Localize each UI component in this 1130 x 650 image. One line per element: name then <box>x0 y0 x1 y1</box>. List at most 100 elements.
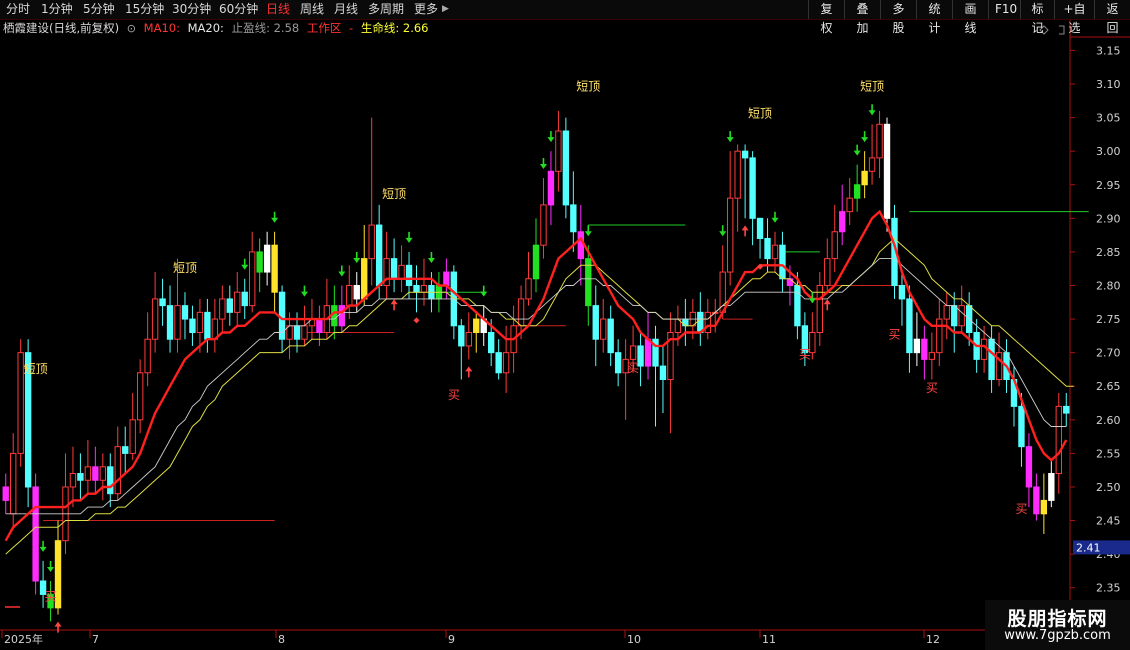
sell-arrow-icon <box>427 252 435 264</box>
candle <box>764 218 771 273</box>
candle <box>555 110 562 192</box>
candle <box>502 325 510 393</box>
watermark-title: 股朋指标网 <box>1007 608 1108 630</box>
restore-rights-button[interactable]: 复权 <box>808 0 844 35</box>
candle-body <box>794 284 801 327</box>
candle-body <box>465 332 472 347</box>
candle <box>749 151 756 246</box>
tab-15min[interactable]: 15分钟 <box>125 0 164 19</box>
candle <box>570 171 577 252</box>
candle-body <box>234 291 241 313</box>
sell-arrow-icon <box>547 131 555 143</box>
tab-5min[interactable]: 5分钟 <box>83 0 115 19</box>
tab-1min[interactable]: 1分钟 <box>41 0 73 19</box>
candle <box>622 339 629 420</box>
candle-body <box>122 446 129 454</box>
mark-button[interactable]: 标记 <box>1020 0 1054 35</box>
candle <box>473 312 480 353</box>
buy-label: 买 <box>926 381 938 395</box>
candle-body <box>1063 405 1070 414</box>
overlay-button[interactable]: 叠加 <box>844 0 880 35</box>
candle-body <box>906 298 913 354</box>
candle <box>936 298 943 367</box>
add-watchlist-button[interactable]: +自选 <box>1054 0 1094 35</box>
indicator-bar: 栖霞建设(日线,前复权) ⊙ MA10: MA20: 止盈线: 2.58 工作区… <box>0 20 432 36</box>
candle-body <box>189 318 196 333</box>
candle-body <box>577 231 584 260</box>
sell-arrow-icon <box>405 231 413 243</box>
y-tick-label: 2.35 <box>1096 582 1121 595</box>
f10-button[interactable]: F10 <box>988 0 1020 19</box>
candle-body <box>10 452 17 515</box>
candle <box>532 218 540 293</box>
candle <box>712 298 719 333</box>
tab-fenshi[interactable]: 分时 <box>6 0 30 19</box>
candle <box>480 305 487 346</box>
candle-body <box>719 271 726 313</box>
candle <box>368 117 375 286</box>
candle-body <box>547 170 555 206</box>
candle <box>831 204 838 273</box>
candle <box>323 278 331 340</box>
candle <box>390 238 398 293</box>
candle <box>226 285 233 326</box>
work-zone-label: 工作区 <box>306 21 342 35</box>
tab-weekly[interactable]: 周线 <box>300 0 324 19</box>
candle-body <box>166 305 174 340</box>
candle-body <box>159 298 166 307</box>
candle-body <box>764 237 771 260</box>
candle <box>644 312 652 380</box>
draw-line-button[interactable]: 画线 <box>952 0 988 35</box>
indicator-menu-icon[interactable]: ⊙ <box>127 22 136 35</box>
candle <box>577 204 584 286</box>
candle <box>495 339 502 380</box>
back-button[interactable]: 返回 <box>1094 0 1130 35</box>
candle <box>383 231 390 299</box>
candle-body <box>17 352 24 454</box>
tab-multi-period[interactable]: 多周期 <box>368 0 404 19</box>
sell-arrow-icon <box>719 225 727 237</box>
candle <box>346 265 353 320</box>
candle-body <box>898 284 906 300</box>
top-label: 短顶 <box>173 261 197 275</box>
candle <box>1048 460 1055 508</box>
candle <box>413 265 420 313</box>
candle-body <box>458 325 465 347</box>
sell-arrow-icon <box>539 158 547 170</box>
more-arrow-icon[interactable]: ▶ <box>442 0 449 19</box>
candle <box>921 325 928 380</box>
tab-more[interactable]: 更多 <box>414 0 438 19</box>
candle-body <box>114 446 121 495</box>
multi-stock-button[interactable]: 多股 <box>880 0 916 35</box>
panel-toggle-icon[interactable] <box>1059 25 1065 35</box>
candle-body <box>2 486 9 501</box>
sell-arrow-icon <box>353 252 361 264</box>
tab-daily[interactable]: 日线 <box>266 0 290 19</box>
y-tick-label: 2.65 <box>1096 380 1121 393</box>
candle-body <box>144 338 151 374</box>
tab-monthly[interactable]: 月线 <box>334 0 358 19</box>
sell-arrow-icon <box>868 104 876 116</box>
candle-body <box>473 318 480 333</box>
statistics-button[interactable]: 统计 <box>916 0 952 35</box>
candle-body <box>831 231 838 260</box>
candle <box>32 473 39 595</box>
kline-chart[interactable]: 3.15 3.10 3.05 3.00 2.95 2.90 2.85 2.80 2.75 2.70… <box>0 0 1130 650</box>
x-tick-label: 8 <box>278 633 285 646</box>
candle-body <box>936 318 943 354</box>
candle-body <box>913 338 921 354</box>
candle-body <box>443 271 450 286</box>
top-label: 短顶 <box>382 187 406 201</box>
candle-body <box>346 284 353 307</box>
candle-body <box>502 352 510 374</box>
candle-body <box>1040 499 1048 515</box>
candle-body <box>771 244 779 260</box>
candle <box>824 238 831 293</box>
tab-30min[interactable]: 30分钟 <box>172 0 211 19</box>
candle-body <box>525 278 532 300</box>
candle-body <box>734 150 741 199</box>
candle-body <box>883 123 891 219</box>
tab-60min[interactable]: 60分钟 <box>219 0 258 19</box>
candle-body <box>219 298 226 320</box>
candle-body <box>1018 405 1025 448</box>
